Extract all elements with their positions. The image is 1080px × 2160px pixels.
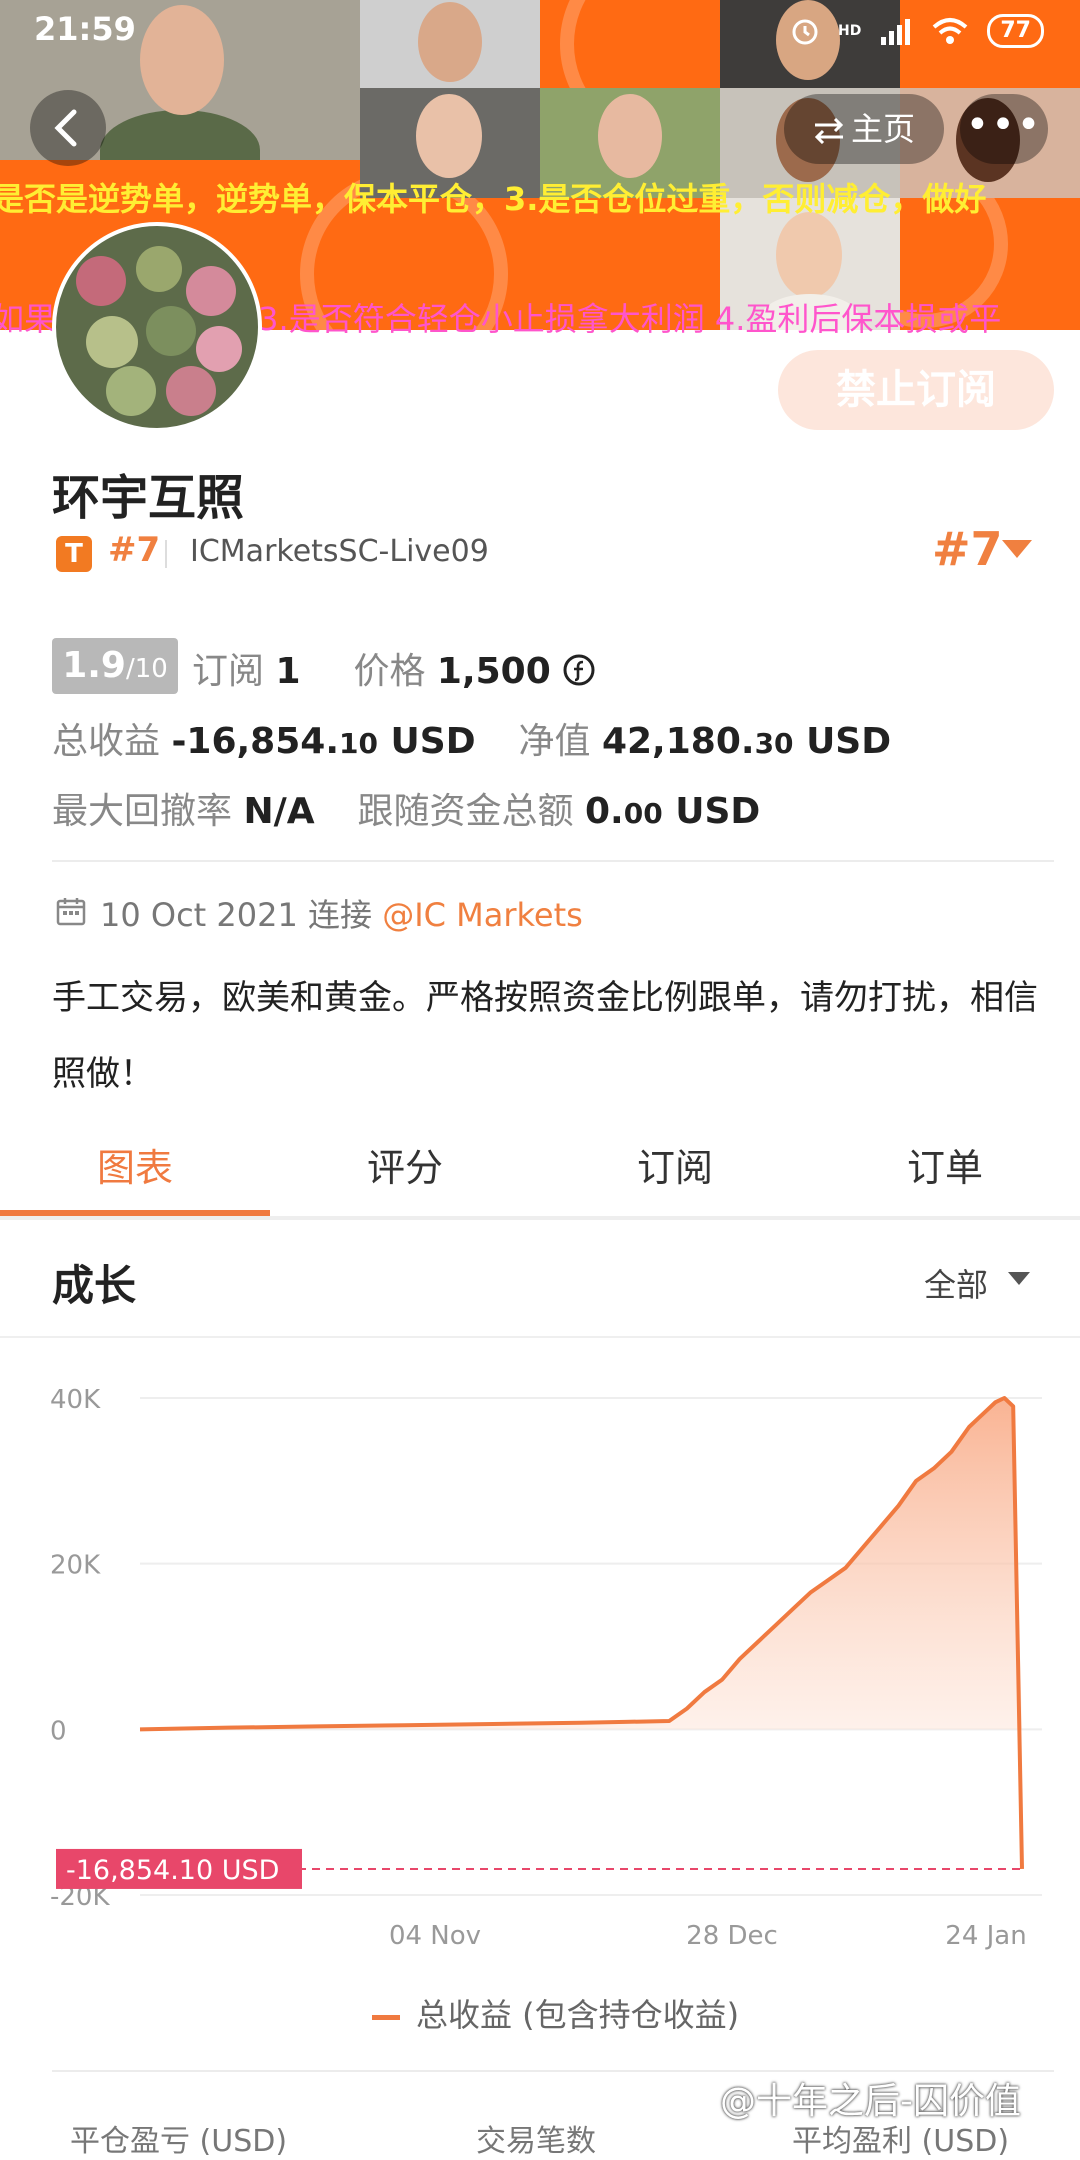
y-tick-label: 20K: [50, 1551, 101, 1581]
subscribe-button[interactable]: 禁止订阅: [778, 350, 1054, 430]
calendar-icon: [56, 898, 86, 926]
y-tick-label: 40K: [50, 1385, 101, 1415]
section-title: 成长: [52, 1261, 137, 1310]
equity-value: 42,180.30 USD: [602, 721, 891, 762]
subscribe-count: 1: [275, 651, 301, 692]
caret-down-icon[interactable]: [1008, 1272, 1030, 1285]
signal-icon: [881, 19, 911, 45]
status-time: 21:59: [34, 10, 136, 48]
total-profit-value: -16,854.10 USD: [171, 721, 475, 762]
drawdown-value: N/A: [243, 791, 315, 832]
total-profit-unit: USD: [390, 721, 476, 762]
watermark: @十年之后-囚价值: [720, 2081, 1021, 2122]
profile-description: 手工交易，欧美和黄金。严格按照资金比例跟单，请勿打扰，相信照做！: [52, 978, 1038, 1094]
profile-name: 环宇互照: [52, 470, 245, 526]
home-button[interactable]: 主页: [784, 94, 944, 164]
follow-dec: 00: [623, 797, 663, 830]
wifi-icon: [933, 18, 968, 44]
more-dots-icon: •••: [965, 102, 1043, 148]
stats-row-2: 总收益 -16,854.10 USD 净值 42,180.30 USD: [52, 712, 891, 764]
connect-label: 连接: [308, 896, 373, 934]
x-tick-label: 24 Jan: [945, 1921, 1026, 1951]
status-icons: HD 77: [790, 14, 1044, 48]
tab-bar: 图表 评分 订阅 订单: [0, 1130, 1080, 1218]
divider: [0, 1216, 1080, 1220]
avatar[interactable]: [52, 222, 262, 432]
coin-icon: [563, 654, 595, 686]
divider: [165, 540, 167, 568]
alarm-icon: [792, 19, 818, 45]
closed-pnl-label: 平仓盈亏 (USD): [70, 2124, 288, 2159]
equity-label: 净值: [518, 721, 591, 762]
y-tick-label: 0: [50, 1716, 67, 1746]
price-value: 1,500: [436, 651, 551, 692]
tab-orders[interactable]: 订单: [810, 1130, 1080, 1218]
caret-down-icon[interactable]: [1002, 540, 1032, 558]
network-hd-label: HD: [838, 23, 862, 39]
x-tick-label: 04 Nov: [389, 1921, 481, 1951]
equity-unit: USD: [806, 721, 892, 762]
equity-int: 42,180.: [601, 721, 755, 762]
follow-funds-value: 0.00 USD: [585, 791, 760, 832]
rank-dropdown[interactable]: #7: [932, 522, 1003, 576]
more-button[interactable]: •••: [960, 94, 1048, 164]
swap-icon: [814, 117, 844, 145]
rank-label: #7: [108, 530, 161, 570]
broker-link[interactable]: @IC Markets: [382, 896, 583, 934]
total-profit-dec: 10: [339, 727, 378, 760]
chart-legend: 总收益 (包含持仓收益): [372, 1990, 739, 2036]
score-value: 1.9: [62, 645, 126, 686]
battery-indicator: 77: [987, 14, 1044, 48]
drawdown-label: 最大回撤率: [52, 791, 233, 832]
x-tick-label: 28 Dec: [686, 1921, 778, 1951]
divider: [0, 1336, 1080, 1338]
trade-count-label: 交易笔数: [476, 2124, 596, 2159]
stats-row-1: 订阅 1 价格 1,500: [192, 642, 596, 694]
total-profit-label: 总收益: [52, 721, 161, 762]
total-profit-int: -16,854.: [171, 721, 340, 762]
follow-funds-label: 跟随资金总额: [357, 791, 574, 832]
score-max: /10: [125, 654, 168, 684]
follow-int: 0.: [584, 791, 624, 832]
legend-label: 总收益 (包含持仓收益): [416, 1996, 740, 2034]
server-name: ICMarketsSC-Live09: [190, 534, 489, 569]
connect-line: 10 Oct 2021 连接 @IC Markets: [100, 890, 583, 936]
back-button[interactable]: [30, 90, 106, 166]
home-button-label: 主页: [850, 110, 915, 148]
tab-chart[interactable]: 图表: [0, 1130, 270, 1218]
status-bar: 21:59 HD 77: [0, 0, 1080, 64]
connect-date: 10 Oct 2021: [100, 896, 298, 934]
marquee-text-1: 是否是逆势单，逆势单，保本平仓，3.是否仓位过重，否则减仓，做好: [0, 180, 987, 218]
score-badge: 1.9/10: [52, 638, 178, 694]
trader-badge: T: [56, 536, 92, 572]
follow-unit: USD: [675, 791, 761, 832]
stats-row-3: 最大回撤率 N/A 跟随资金总额 0.00 USD: [52, 782, 760, 834]
equity-dec: 30: [754, 727, 794, 760]
annotation-label: -16,854.10 USD: [66, 1855, 279, 1886]
range-filter[interactable]: 全部: [924, 1260, 988, 1306]
price-label: 价格: [353, 651, 426, 692]
divider: [52, 860, 1054, 862]
tab-rating[interactable]: 评分: [270, 1130, 540, 1218]
chevron-left-icon: [54, 109, 77, 147]
subscribe-count-label: 订阅: [192, 651, 265, 692]
legend-swatch: [372, 2014, 400, 2020]
tab-subscription[interactable]: 订阅: [540, 1130, 810, 1218]
growth-chart[interactable]: 40K20K0-20K -16,854.10 USD 04 Nov 28 Dec 2…: [0, 1340, 1080, 1980]
